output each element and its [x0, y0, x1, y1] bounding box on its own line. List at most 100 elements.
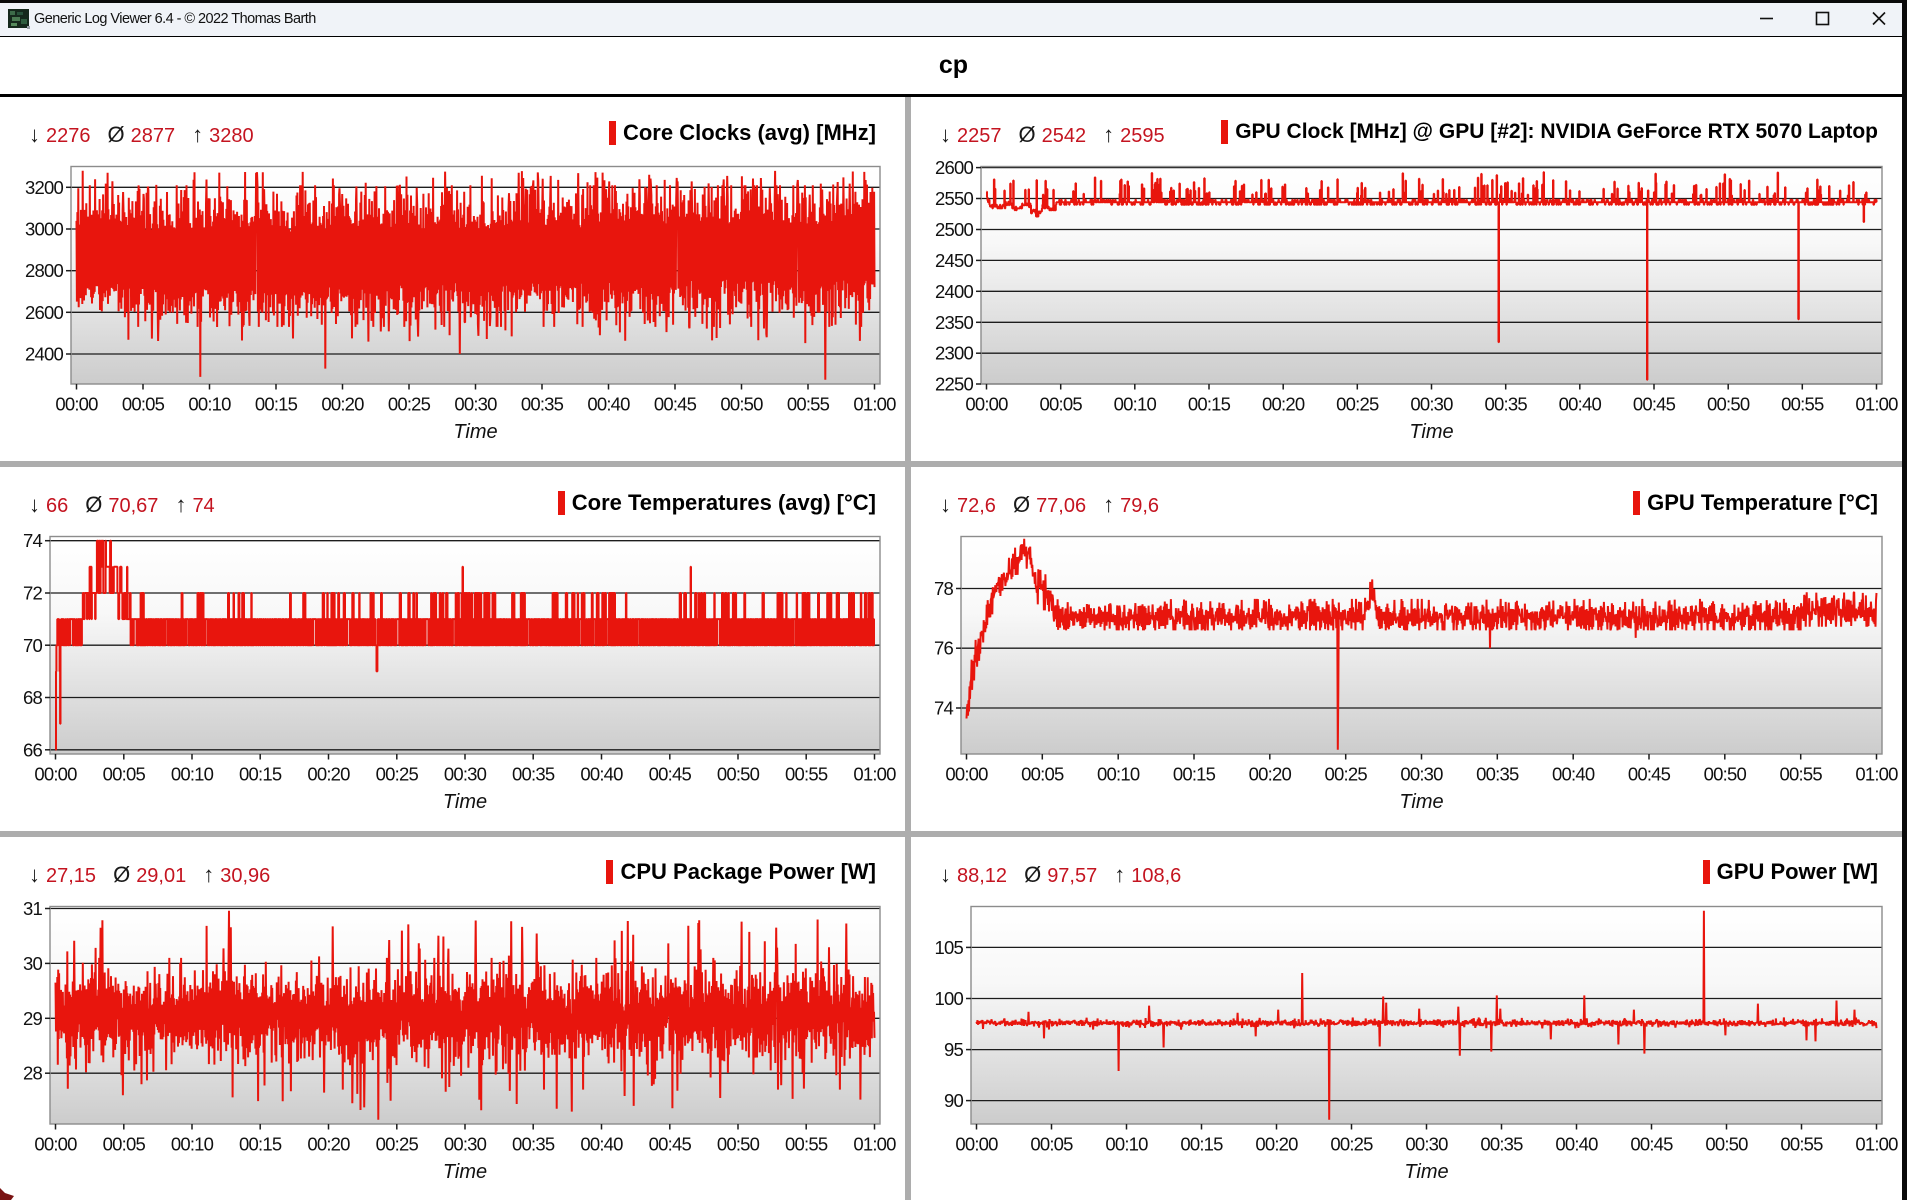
svg-text:Time: Time: [443, 791, 487, 813]
svg-text:00:05: 00:05: [103, 1133, 146, 1154]
svg-text:3200: 3200: [25, 177, 63, 198]
svg-text:2600: 2600: [25, 302, 63, 323]
svg-text:01:00: 01:00: [853, 1133, 896, 1154]
svg-text:00:05: 00:05: [1021, 764, 1064, 785]
svg-text:00:30: 00:30: [1400, 764, 1443, 785]
svg-text:74: 74: [934, 698, 953, 719]
svg-text:00:35: 00:35: [1485, 394, 1528, 415]
svg-text:00:50: 00:50: [717, 1133, 760, 1154]
svg-text:00:20: 00:20: [307, 1133, 350, 1154]
svg-text:00:10: 00:10: [1105, 1133, 1148, 1154]
svg-text:00:05: 00:05: [122, 394, 165, 415]
svg-text:00:40: 00:40: [1555, 1133, 1598, 1154]
svg-text:00:55: 00:55: [1781, 394, 1824, 415]
svg-text:00:00: 00:00: [34, 1133, 77, 1154]
svg-text:00:55: 00:55: [1780, 1133, 1823, 1154]
svg-text:00:40: 00:40: [1552, 764, 1595, 785]
svg-text:00:45: 00:45: [1630, 1133, 1673, 1154]
svg-text:00:10: 00:10: [1114, 394, 1157, 415]
svg-text:00:45: 00:45: [654, 394, 697, 415]
svg-text:00:05: 00:05: [1030, 1133, 1073, 1154]
svg-text:00:25: 00:25: [376, 1133, 419, 1154]
svg-text:74: 74: [23, 530, 42, 551]
svg-text:00:55: 00:55: [1780, 764, 1823, 785]
svg-text:00:35: 00:35: [1476, 764, 1519, 785]
svg-text:00:30: 00:30: [454, 394, 497, 415]
svg-text:66: 66: [23, 739, 42, 760]
svg-text:00:55: 00:55: [787, 394, 830, 415]
svg-text:105: 105: [935, 936, 964, 957]
svg-text:00:45: 00:45: [649, 764, 692, 785]
svg-text:2250: 2250: [935, 374, 973, 395]
svg-text:28: 28: [23, 1062, 42, 1083]
svg-text:2400: 2400: [935, 281, 973, 302]
svg-text:00:10: 00:10: [1097, 764, 1140, 785]
svg-text:00:15: 00:15: [239, 1133, 282, 1154]
svg-text:00:20: 00:20: [1249, 764, 1292, 785]
svg-text:00:50: 00:50: [1707, 394, 1750, 415]
svg-text:30: 30: [23, 952, 42, 973]
svg-text:00:25: 00:25: [388, 394, 431, 415]
svg-text:00:25: 00:25: [1330, 1133, 1373, 1154]
svg-text:90: 90: [944, 1090, 963, 1111]
svg-text:01:00: 01:00: [1855, 764, 1898, 785]
svg-text:01:00: 01:00: [853, 394, 896, 415]
svg-text:2350: 2350: [935, 312, 973, 333]
svg-text:00:20: 00:20: [307, 764, 350, 785]
svg-text:00:00: 00:00: [34, 764, 77, 785]
svg-text:00:10: 00:10: [171, 1133, 214, 1154]
svg-text:29: 29: [23, 1007, 42, 1028]
svg-text:00:25: 00:25: [1325, 764, 1368, 785]
svg-text:00:50: 00:50: [720, 394, 763, 415]
svg-text:00:25: 00:25: [376, 764, 419, 785]
svg-text:00:05: 00:05: [103, 764, 146, 785]
svg-text:00:50: 00:50: [1704, 764, 1747, 785]
svg-text:00:10: 00:10: [188, 394, 231, 415]
svg-text:00:35: 00:35: [1480, 1133, 1523, 1154]
svg-text:00:45: 00:45: [649, 1133, 692, 1154]
svg-text:00:20: 00:20: [1255, 1133, 1298, 1154]
svg-text:00:20: 00:20: [1262, 394, 1305, 415]
svg-text:00:40: 00:40: [1559, 394, 1602, 415]
svg-text:00:40: 00:40: [580, 764, 623, 785]
svg-text:00:35: 00:35: [512, 1133, 555, 1154]
svg-text:00:55: 00:55: [785, 1133, 828, 1154]
svg-text:Time: Time: [1404, 1161, 1448, 1183]
svg-text:100: 100: [935, 988, 964, 1009]
svg-text:76: 76: [934, 638, 953, 659]
svg-text:Time: Time: [1409, 421, 1453, 443]
svg-text:00:45: 00:45: [1628, 764, 1671, 785]
svg-text:2550: 2550: [935, 188, 973, 209]
svg-text:2600: 2600: [935, 157, 973, 178]
svg-text:01:00: 01:00: [1855, 1133, 1898, 1154]
svg-text:70: 70: [23, 635, 42, 656]
svg-text:Time: Time: [443, 1161, 487, 1183]
svg-text:00:15: 00:15: [1173, 764, 1216, 785]
svg-text:00:40: 00:40: [587, 394, 630, 415]
svg-text:00:00: 00:00: [955, 1133, 998, 1154]
svg-text:00:50: 00:50: [717, 764, 760, 785]
svg-text:00:50: 00:50: [1705, 1133, 1748, 1154]
svg-text:3000: 3000: [25, 219, 63, 240]
svg-text:Time: Time: [1399, 791, 1443, 813]
svg-text:00:00: 00:00: [965, 394, 1008, 415]
svg-text:01:00: 01:00: [1855, 394, 1898, 415]
svg-text:00:10: 00:10: [171, 764, 214, 785]
svg-text:00:35: 00:35: [512, 764, 555, 785]
svg-text:00:00: 00:00: [55, 394, 98, 415]
svg-text:95: 95: [944, 1039, 963, 1060]
svg-text:00:05: 00:05: [1040, 394, 1083, 415]
svg-text:2450: 2450: [935, 250, 973, 271]
svg-text:00:55: 00:55: [785, 764, 828, 785]
svg-text:Time: Time: [453, 421, 497, 443]
svg-text:00:30: 00:30: [444, 1133, 487, 1154]
svg-text:00:45: 00:45: [1633, 394, 1676, 415]
svg-text:00:15: 00:15: [239, 764, 282, 785]
svg-text:68: 68: [23, 687, 42, 708]
svg-text:00:20: 00:20: [321, 394, 364, 415]
svg-text:72: 72: [23, 583, 42, 604]
svg-text:01:00: 01:00: [853, 764, 896, 785]
svg-text:00:15: 00:15: [1180, 1133, 1223, 1154]
svg-text:00:00: 00:00: [945, 764, 988, 785]
svg-text:31: 31: [23, 898, 42, 919]
